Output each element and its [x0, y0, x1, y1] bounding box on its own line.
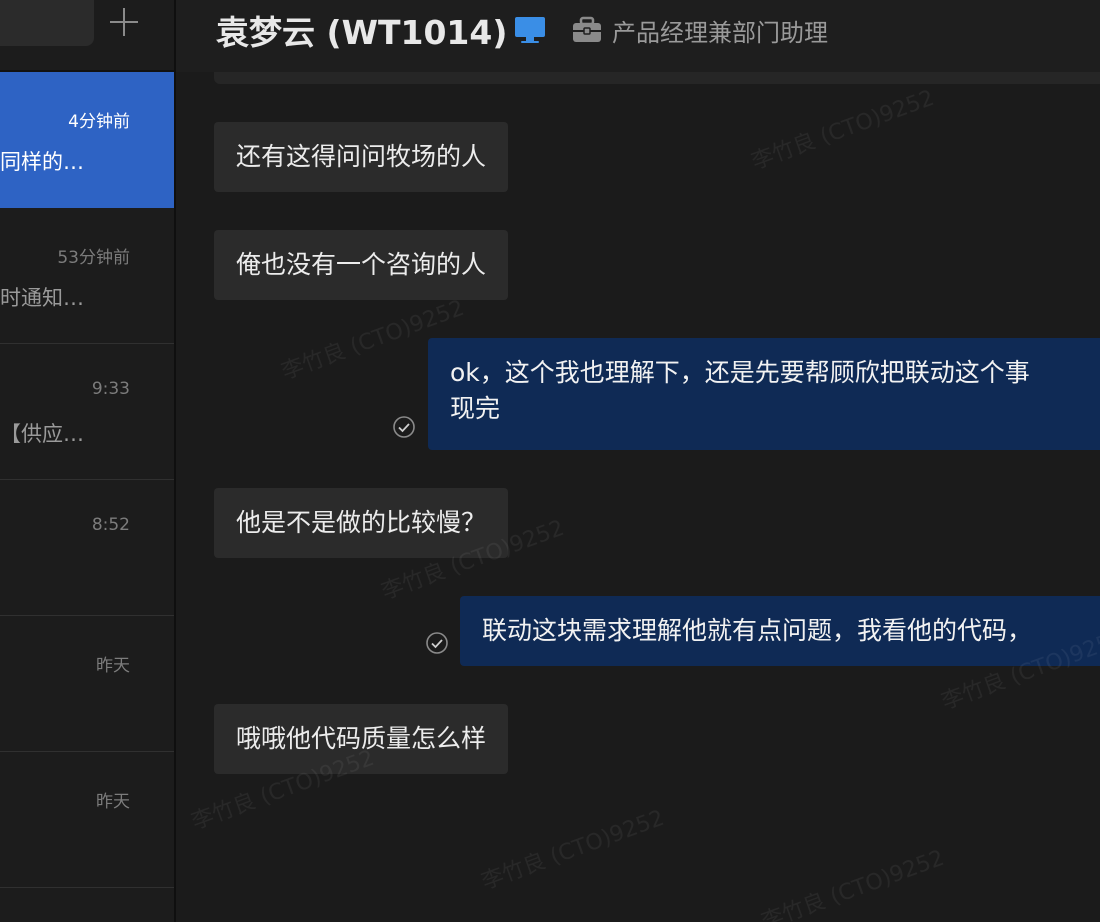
conversation-item[interactable]: 昨天: [0, 616, 174, 752]
outgoing-message[interactable]: ok，这个我也理解下，还是先要帮顾欣把联动这个事 现完: [428, 338, 1100, 450]
conversation-preview: 也会同样的…: [0, 150, 84, 174]
chat-title[interactable]: 袁梦云 (WT1014): [216, 6, 507, 54]
incoming-message[interactable]: 哦哦他代码质量怎么样: [214, 704, 509, 774]
conversation-item[interactable]: 4分钟前 也会同样的…: [0, 72, 174, 208]
read-receipt-icon: [426, 632, 448, 654]
conversation-preview: 个定时通知…: [0, 286, 84, 310]
conversation-time: 9:33: [91, 379, 130, 399]
outgoing-message[interactable]: 联动这块需求理解他就有点问题，我看他的代码，: [460, 596, 1100, 666]
watermark: 李竹良 (CTO)9252: [748, 85, 938, 175]
conversation-preview: 等到【供应…: [0, 422, 84, 446]
message-text: 还有这得问问牧场的人: [236, 142, 487, 171]
message-text: 俺也没有一个咨询的人: [236, 250, 487, 279]
conversation-item[interactable]: 9:33 等到【供应…: [0, 344, 174, 480]
conversation-time: 4分钟前: [68, 112, 130, 132]
plus-icon: [110, 8, 138, 36]
previous-message-edge: [214, 72, 1100, 84]
conversation-item[interactable]: 8:52: [0, 480, 174, 616]
desktop-icon: [515, 17, 545, 43]
incoming-message[interactable]: 他是不是做的比较慢？: [214, 488, 509, 558]
watermark: 李竹良 (CTO)9252: [478, 805, 668, 895]
message-text: 他是不是做的比较慢？: [236, 508, 487, 537]
incoming-message[interactable]: 俺也没有一个咨询的人: [214, 230, 509, 300]
role-label: 产品经理兼部门助理: [612, 19, 828, 47]
read-receipt-icon: [393, 416, 415, 438]
message-text: 联动这块需求理解他就有点问题，我看他的代码，: [482, 616, 1033, 645]
chat-header: 袁梦云 (WT1014) 产品经理兼部门助理: [176, 0, 1100, 73]
conversation-sidebar: 4分钟前 也会同样的… 53分钟前 个定时通知… 9:33 等到【供应… 8:5…: [0, 0, 176, 922]
incoming-message[interactable]: 还有这得问问牧场的人: [214, 122, 509, 192]
message-text: 哦哦他代码质量怎么样: [236, 724, 487, 753]
conversation-time: 昨天: [96, 792, 130, 812]
conversation-time: 昨天: [96, 656, 130, 676]
conversation-item[interactable]: 昨天: [0, 752, 174, 888]
search-input[interactable]: [0, 0, 94, 46]
conversation-time: 8:52: [91, 515, 130, 535]
conversation-time: 53分钟前: [57, 248, 130, 268]
add-conversation-button[interactable]: [106, 4, 142, 40]
watermark: 李竹良 (CTO)9252: [758, 845, 948, 922]
message-text-line: ok，这个我也理解下，还是先要帮顾欣把联动这个事: [450, 358, 1030, 387]
message-text-line: 现完: [450, 394, 501, 423]
conversation-item[interactable]: 53分钟前 个定时通知…: [0, 208, 174, 344]
message-list[interactable]: 还有这得问问牧场的人 俺也没有一个咨询的人 ok，这个我也理解下，还是先要帮顾欣…: [176, 72, 1100, 922]
briefcase-icon: [573, 16, 601, 42]
